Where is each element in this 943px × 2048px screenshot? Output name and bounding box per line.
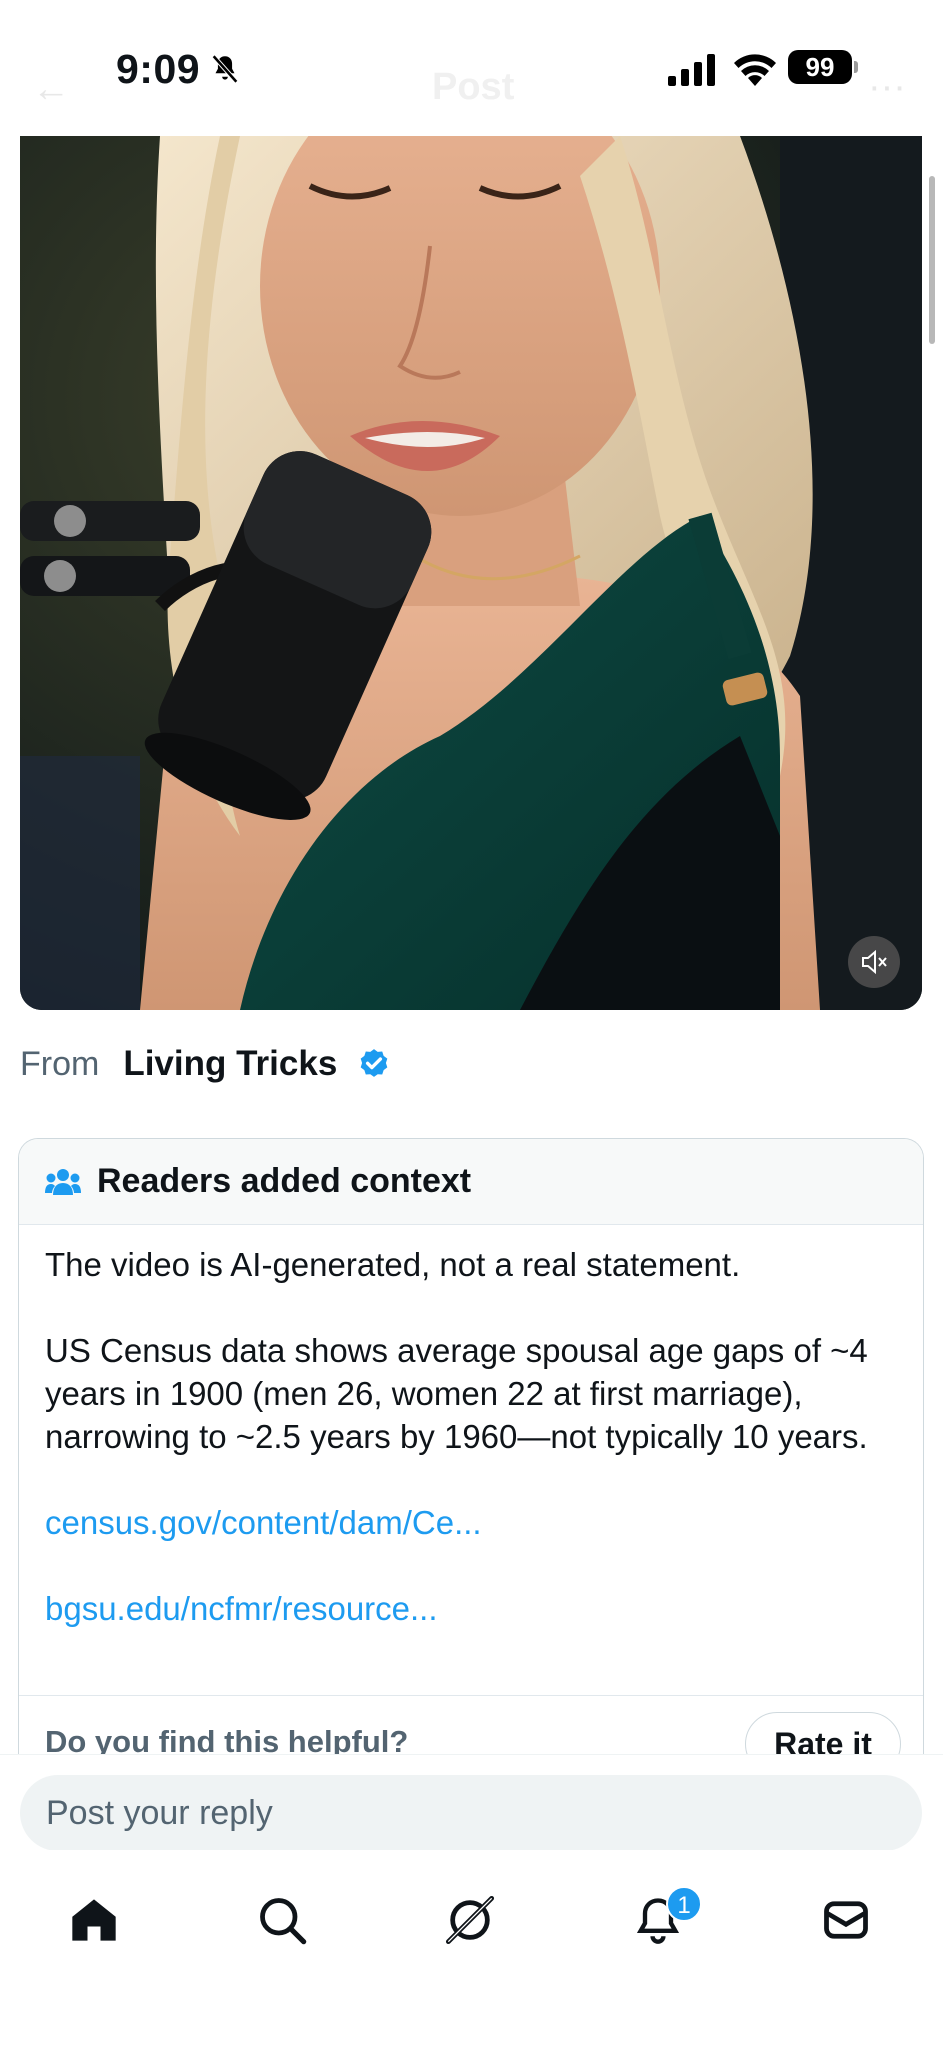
battery-tip	[854, 61, 858, 73]
note-heading: Readers added context	[97, 1162, 472, 1200]
tab-home[interactable]	[68, 1894, 128, 1954]
source-link[interactable]: census.gov/content/dam/Ce...	[45, 1501, 897, 1544]
people-icon	[45, 1168, 81, 1195]
tab-search[interactable]	[256, 1894, 316, 1954]
bell-slash-icon	[211, 54, 239, 84]
status-time: 9:09	[116, 46, 201, 92]
post-source: From Living Tricks	[20, 1044, 391, 1084]
messages-icon	[824, 1901, 868, 1939]
note-paragraph: US Census data shows average spousal age…	[45, 1332, 868, 1455]
battery-icon: 99	[788, 50, 852, 84]
source-name[interactable]: Living Tricks	[123, 1044, 337, 1084]
mute-icon	[862, 949, 887, 975]
reply-bar	[0, 1754, 943, 1851]
scrollbar[interactable]	[929, 176, 935, 344]
back-arrow-icon[interactable]: ←	[32, 68, 70, 111]
tab-messages[interactable]	[820, 1894, 880, 1954]
wifi-icon	[734, 54, 776, 86]
note-body: The video is AI-generated, not a real st…	[19, 1225, 923, 1630]
note-paragraph: The video is AI-generated, not a real st…	[45, 1246, 741, 1283]
tab-grok[interactable]	[444, 1894, 504, 1954]
page-title: Post	[432, 66, 515, 108]
note-header: Readers added context	[19, 1139, 923, 1225]
source-link[interactable]: bgsu.edu/ncfmr/resource...	[45, 1587, 897, 1630]
community-note: Readers added context The video is AI-ge…	[18, 1138, 924, 1768]
bottom-tab-bar: 1	[0, 1850, 943, 2048]
note-text: The video is AI-generated, not a real st…	[45, 1243, 897, 1458]
post-video[interactable]	[20, 136, 922, 1010]
verified-badge-icon	[360, 1049, 388, 1077]
home-icon	[72, 1899, 116, 1941]
more-icon[interactable]: ···	[868, 66, 906, 109]
from-label: From	[20, 1044, 100, 1083]
search-icon	[260, 1898, 307, 1945]
mute-button[interactable]	[848, 936, 900, 988]
grok-icon	[445, 1895, 495, 1945]
signal-icon	[668, 54, 715, 86]
notification-badge: 1	[666, 1886, 702, 1922]
reply-input[interactable]	[20, 1775, 922, 1851]
video-frame	[20, 136, 922, 1010]
